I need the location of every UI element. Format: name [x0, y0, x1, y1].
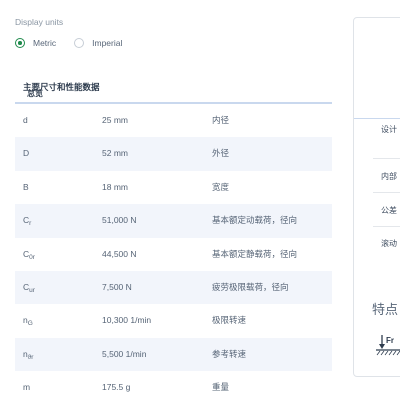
row-symbol-base: D: [23, 148, 30, 159]
radial-load-icon: Fr: [374, 334, 400, 356]
row-symbol-base: d: [23, 115, 28, 125]
svg-text:Fr: Fr: [386, 336, 394, 345]
imperial-radio[interactable]: Imperial: [74, 38, 122, 48]
row-value: 7,500 N: [102, 281, 132, 292]
row-symbol: m: [23, 371, 30, 400]
row-description: 疲劳极限载荷，径向: [212, 281, 289, 292]
row-description: 参考转速: [212, 348, 247, 359]
overview-panel-title: 总览: [27, 89, 43, 98]
row-description: 重量: [212, 382, 230, 393]
row-symbol: nϑr: [23, 338, 33, 374]
row-symbol-subscript: ur: [29, 286, 35, 294]
table-row: Cur 7,500 N 疲劳极限载荷，径向: [15, 270, 332, 307]
row-symbol: B: [23, 171, 29, 204]
dimensions-table: 主要尺寸和性能数据 d 25 mm 内径 D 52 mm 外径 B 18 mm 宽度 Cr 51,0…: [15, 72, 332, 400]
table-row: nG 10,300 1/min 极限转速: [15, 304, 332, 337]
row-value: 51,000 N: [102, 215, 137, 226]
row-description: 基本额定静载荷，径向: [212, 248, 298, 259]
panel-divider: [373, 192, 400, 193]
row-value: 44,500 N: [102, 248, 137, 259]
row-symbol: d: [23, 104, 28, 137]
row-symbol-subscript: 0r: [29, 253, 35, 261]
panel-item-design[interactable]: 设计: [381, 124, 397, 135]
display-units-label: Display units: [15, 17, 64, 27]
row-symbol: Cur: [23, 271, 35, 307]
overview-panel: [353, 17, 400, 377]
radio-selected-icon: [15, 38, 25, 48]
panel-item-tolerance[interactable]: 公差: [381, 205, 397, 216]
page: Display units Metric Imperial 主要尺寸和性能数据 …: [0, 0, 400, 400]
table-body: d 25 mm 内径 D 52 mm 外径 B 18 mm 宽度 Cr 51,000 N 基本额定动载…: [15, 104, 332, 400]
row-value: 52 mm: [102, 148, 128, 159]
row-symbol: C0r: [23, 238, 35, 274]
table-row: B 18 mm 宽度: [15, 171, 332, 204]
row-symbol-subscript: r: [29, 220, 32, 228]
metric-radio-label: Metric: [33, 38, 57, 48]
row-description: 极限转速: [212, 315, 247, 326]
row-description: 宽度: [212, 181, 230, 192]
display-units-radio-group: Metric Imperial: [15, 36, 140, 50]
row-symbol-base: m: [23, 382, 31, 393]
panel-divider: [373, 158, 400, 159]
table-row: Cr 51,000 N 基本额定动载荷，径向: [15, 204, 332, 240]
table-row: d 25 mm 内径: [15, 104, 332, 137]
row-value: 175.5 g: [102, 382, 131, 393]
panel-item-rolling[interactable]: 滚动: [381, 238, 397, 249]
row-symbol-base: B: [23, 181, 29, 192]
overview-panel-header-bar: [354, 78, 400, 119]
table-row: D 52 mm 外径: [15, 137, 332, 171]
row-value: 5,500 1/min: [102, 348, 147, 359]
imperial-radio-label: Imperial: [92, 38, 123, 48]
table-row: nϑr 5,500 1/min 参考转速: [15, 337, 332, 374]
row-value: 25 mm: [102, 115, 128, 125]
table-row: m 175.5 g 重量: [15, 371, 332, 400]
row-value: 10,300 1/min: [102, 315, 152, 326]
radio-unselected-icon: [74, 38, 85, 48]
row-description: 外径: [212, 148, 230, 159]
table-header: 主要尺寸和性能数据: [15, 72, 332, 104]
row-description: 基本额定动载荷，径向: [212, 215, 298, 226]
row-symbol-subscript: ϑr: [27, 353, 34, 361]
panel-item-internal[interactable]: 内部: [381, 171, 397, 182]
metric-radio[interactable]: Metric: [15, 38, 56, 48]
row-symbol: Cr: [23, 204, 31, 240]
row-symbol-subscript: G: [27, 320, 33, 328]
row-description: 内径: [212, 115, 230, 125]
row-value: 18 mm: [102, 181, 128, 192]
panel-divider: [373, 226, 400, 227]
row-symbol: nG: [23, 304, 33, 340]
table-row: C0r 44,500 N 基本额定静载荷，径向: [15, 238, 332, 271]
features-title: 特点: [372, 302, 399, 317]
row-symbol: D: [23, 137, 29, 170]
